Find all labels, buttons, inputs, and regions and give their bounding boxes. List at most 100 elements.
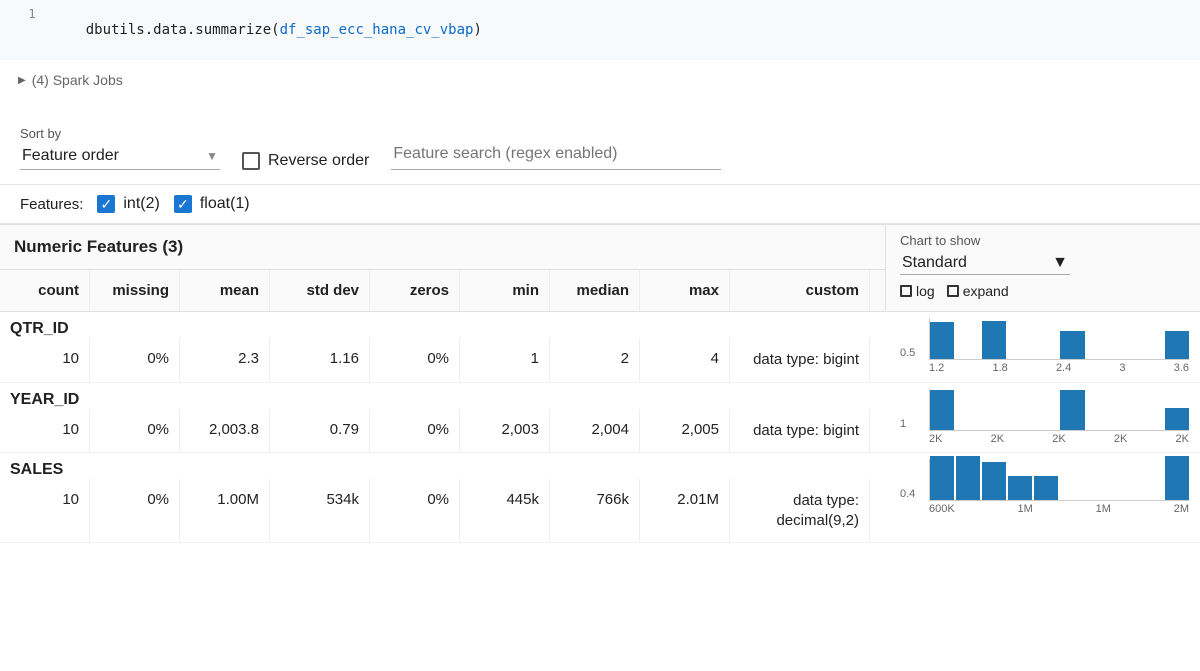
- col-stddev[interactable]: std dev: [270, 270, 370, 311]
- sort-by-dropdown[interactable]: Feature order ▼: [20, 143, 220, 170]
- cell-median: 2: [550, 338, 640, 382]
- numeric-features-title: Numeric Features (3): [0, 225, 885, 270]
- int-filter-checkbox[interactable]: ✓ int(2): [97, 195, 159, 213]
- feature-name: QTR_ID: [0, 312, 885, 338]
- feature-search-input[interactable]: [391, 141, 721, 170]
- x-tick: 1M: [1018, 503, 1033, 515]
- y-axis-label: 0.5: [900, 347, 915, 359]
- histogram-bar: [930, 390, 954, 430]
- table-row: SALES100%1.00M534k0%445k766k2.01Mdata ty…: [0, 453, 1200, 543]
- col-mean[interactable]: mean: [180, 270, 270, 311]
- histogram: 0.51.21.82.433.6: [885, 312, 1200, 382]
- cell-median: 766k: [550, 479, 640, 542]
- histogram-bar: [930, 322, 954, 359]
- cell-mean: 1.00M: [180, 479, 270, 542]
- histogram: 0.4 600K 1M 1M 2M: [885, 453, 1200, 542]
- cell-missing: 0%: [90, 409, 180, 453]
- histogram-bar: [930, 456, 954, 500]
- cell-missing: 0%: [90, 338, 180, 382]
- x-tick: 1M: [1096, 503, 1111, 515]
- cell-stddev: 534k: [270, 479, 370, 542]
- x-tick: 1.2: [929, 362, 944, 374]
- code-line-number: 1: [12, 7, 52, 21]
- code-cell[interactable]: 1 dbutils.data.summarize(df_sap_ecc_hana…: [0, 0, 1200, 60]
- float-filter-checkbox[interactable]: ✓ float(1): [174, 195, 250, 213]
- chart-type-dropdown[interactable]: Standard ▼: [900, 252, 1070, 275]
- cell-median: 2,004: [550, 409, 640, 453]
- float-filter-label: float(1): [200, 195, 250, 213]
- numeric-features-table: Numeric Features (3) count missing mean …: [0, 224, 1200, 543]
- cell-count: 10: [0, 479, 90, 542]
- col-missing[interactable]: missing: [90, 270, 180, 311]
- chart-type-value: Standard: [902, 254, 967, 272]
- sort-by-label: Sort by: [20, 126, 220, 141]
- caret-down-icon: ▼: [206, 149, 218, 163]
- col-median[interactable]: median: [550, 270, 640, 311]
- checkbox-checked-icon: ✓: [97, 195, 115, 213]
- x-tick: 600K: [929, 503, 955, 515]
- col-custom[interactable]: custom: [730, 270, 870, 311]
- cell-mean: 2,003.8: [180, 409, 270, 453]
- cell-stddev: 1.16: [270, 338, 370, 382]
- cell-count: 10: [0, 338, 90, 382]
- cell-min: 2,003: [460, 409, 550, 453]
- sort-by-value: Feature order: [22, 147, 119, 165]
- feature-name: SALES: [0, 453, 885, 479]
- cell-zeros: 0%: [370, 409, 460, 453]
- y-axis-label: 0.4: [900, 488, 915, 500]
- expand-checkbox[interactable]: expand: [947, 283, 1009, 299]
- x-tick: 2K: [929, 433, 942, 445]
- x-tick: 2K: [1114, 433, 1127, 445]
- cell-custom: data type: bigint: [730, 338, 870, 382]
- histogram-bar: [1034, 476, 1058, 500]
- cell-mean: 2.3: [180, 338, 270, 382]
- int-filter-label: int(2): [123, 195, 159, 213]
- x-tick: 2.4: [1056, 362, 1071, 374]
- chart-to-show-label: Chart to show: [900, 233, 1188, 248]
- table-row: QTR_ID100%2.31.160%124data type: bigint0…: [0, 312, 1200, 383]
- col-max[interactable]: max: [640, 270, 730, 311]
- x-tick: 2M: [1174, 503, 1189, 515]
- checkbox-empty-icon: [947, 285, 959, 297]
- cell-max: 4: [640, 338, 730, 382]
- table-row: YEAR_ID100%2,003.80.790%2,0032,0042,005d…: [0, 383, 1200, 454]
- caret-down-icon: ▼: [1052, 254, 1068, 272]
- checkbox-checked-icon: ✓: [174, 195, 192, 213]
- log-checkbox[interactable]: log: [900, 283, 935, 299]
- col-count[interactable]: count: [0, 270, 90, 311]
- caret-right-icon: ▶: [18, 75, 26, 86]
- reverse-order-checkbox[interactable]: Reverse order: [242, 152, 369, 170]
- histogram-bar: [1165, 408, 1189, 430]
- histogram-bar: [1060, 390, 1084, 430]
- x-tick: 3: [1119, 362, 1125, 374]
- cell-count: 10: [0, 409, 90, 453]
- x-tick: 2K: [1052, 433, 1065, 445]
- y-axis-label: 1: [900, 418, 906, 430]
- cell-missing: 0%: [90, 479, 180, 542]
- x-tick: 2K: [1176, 433, 1189, 445]
- histogram-bar: [1165, 456, 1189, 500]
- cell-stddev: 0.79: [270, 409, 370, 453]
- col-zeros[interactable]: zeros: [370, 270, 460, 311]
- checkbox-empty-icon: [242, 152, 260, 170]
- feature-name: YEAR_ID: [0, 383, 885, 409]
- histogram-bar: [1060, 331, 1084, 359]
- cell-max: 2,005: [640, 409, 730, 453]
- cell-min: 445k: [460, 479, 550, 542]
- cell-zeros: 0%: [370, 479, 460, 542]
- cell-max: 2.01M: [640, 479, 730, 542]
- histogram-bar: [982, 321, 1006, 359]
- x-axis: 1.21.82.433.6: [929, 360, 1189, 374]
- col-min[interactable]: min: [460, 270, 550, 311]
- x-tick: 2K: [991, 433, 1004, 445]
- code-content: dbutils.data.summarize(df_sap_ecc_hana_c…: [52, 6, 482, 54]
- histogram-bar: [1165, 331, 1189, 359]
- histogram-bar: [956, 456, 980, 500]
- histogram-bar: [1008, 476, 1032, 500]
- spark-jobs-toggle[interactable]: ▶ (4) Spark Jobs: [18, 72, 1182, 88]
- reverse-label: Reverse order: [268, 152, 369, 170]
- cell-min: 1: [460, 338, 550, 382]
- features-label: Features:: [20, 196, 83, 213]
- checkbox-empty-icon: [900, 285, 912, 297]
- x-axis: 600K 1M 1M 2M: [929, 501, 1189, 515]
